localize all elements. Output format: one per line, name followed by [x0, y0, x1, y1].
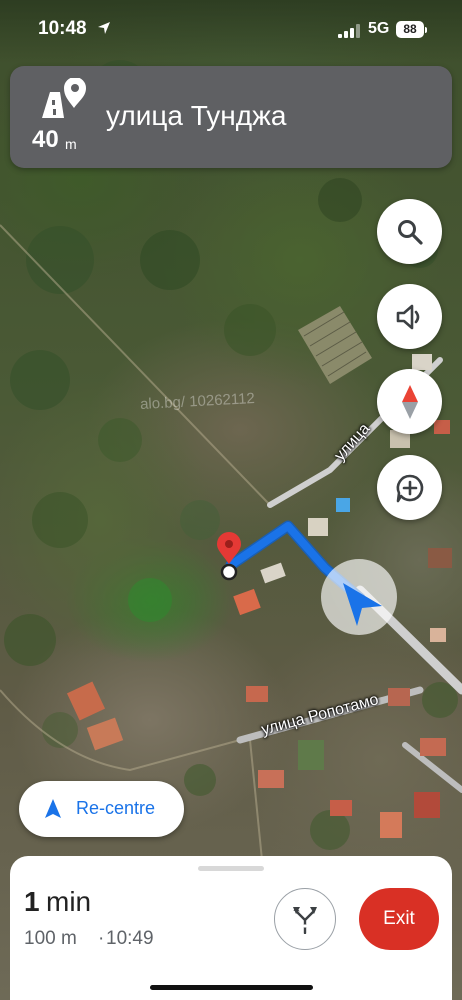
maneuver-distance-unit: m — [65, 136, 77, 152]
compass-button[interactable] — [377, 369, 442, 434]
battery-level: 88 — [396, 21, 424, 38]
exit-navigation-button[interactable]: Exit — [359, 888, 439, 950]
mute-button[interactable] — [377, 284, 442, 349]
info-separator: · — [98, 928, 105, 949]
eta-value: 1 — [24, 886, 40, 917]
status-bar: 10:48 5G 88 — [0, 0, 462, 62]
trip-summary-sheet[interactable]: 1 min 100 m · 10:49 Exit — [10, 856, 452, 1000]
volume-icon — [396, 304, 419, 329]
current-location-arrow-icon — [321, 559, 397, 635]
recentre-button[interactable]: Re-centre — [19, 781, 184, 837]
navigation-banner[interactable]: 40 m улица Тунджа — [10, 66, 452, 168]
vegetation — [4, 60, 458, 850]
recentre-label: Re-centre — [76, 798, 156, 818]
add-report-icon — [396, 474, 423, 502]
alternate-routes-button[interactable] — [274, 888, 336, 950]
status-time: 10:48 — [38, 18, 87, 39]
sheet-drag-handle[interactable] — [198, 866, 264, 871]
signal-bars-icon — [338, 24, 360, 38]
search-button[interactable] — [377, 199, 442, 264]
add-report-button[interactable] — [377, 455, 442, 520]
eta-unit: min — [46, 886, 92, 917]
vineyard-field — [298, 306, 372, 384]
maneuver-distance: 40 — [32, 126, 59, 153]
search-icon — [397, 219, 423, 245]
location-arrow-icon — [98, 22, 110, 34]
remaining-distance: 100 m — [24, 928, 77, 949]
route-fork-icon — [293, 907, 317, 934]
compass-icon — [401, 384, 418, 419]
battery-tip — [425, 27, 427, 33]
destination-pin-icon — [42, 78, 86, 118]
home-indicator — [150, 985, 313, 990]
navigation-arrow-icon — [45, 799, 61, 818]
next-street-name: улица Тунджа — [106, 100, 287, 131]
network-type: 5G — [368, 20, 390, 37]
arrival-time: 10:49 — [106, 928, 154, 949]
